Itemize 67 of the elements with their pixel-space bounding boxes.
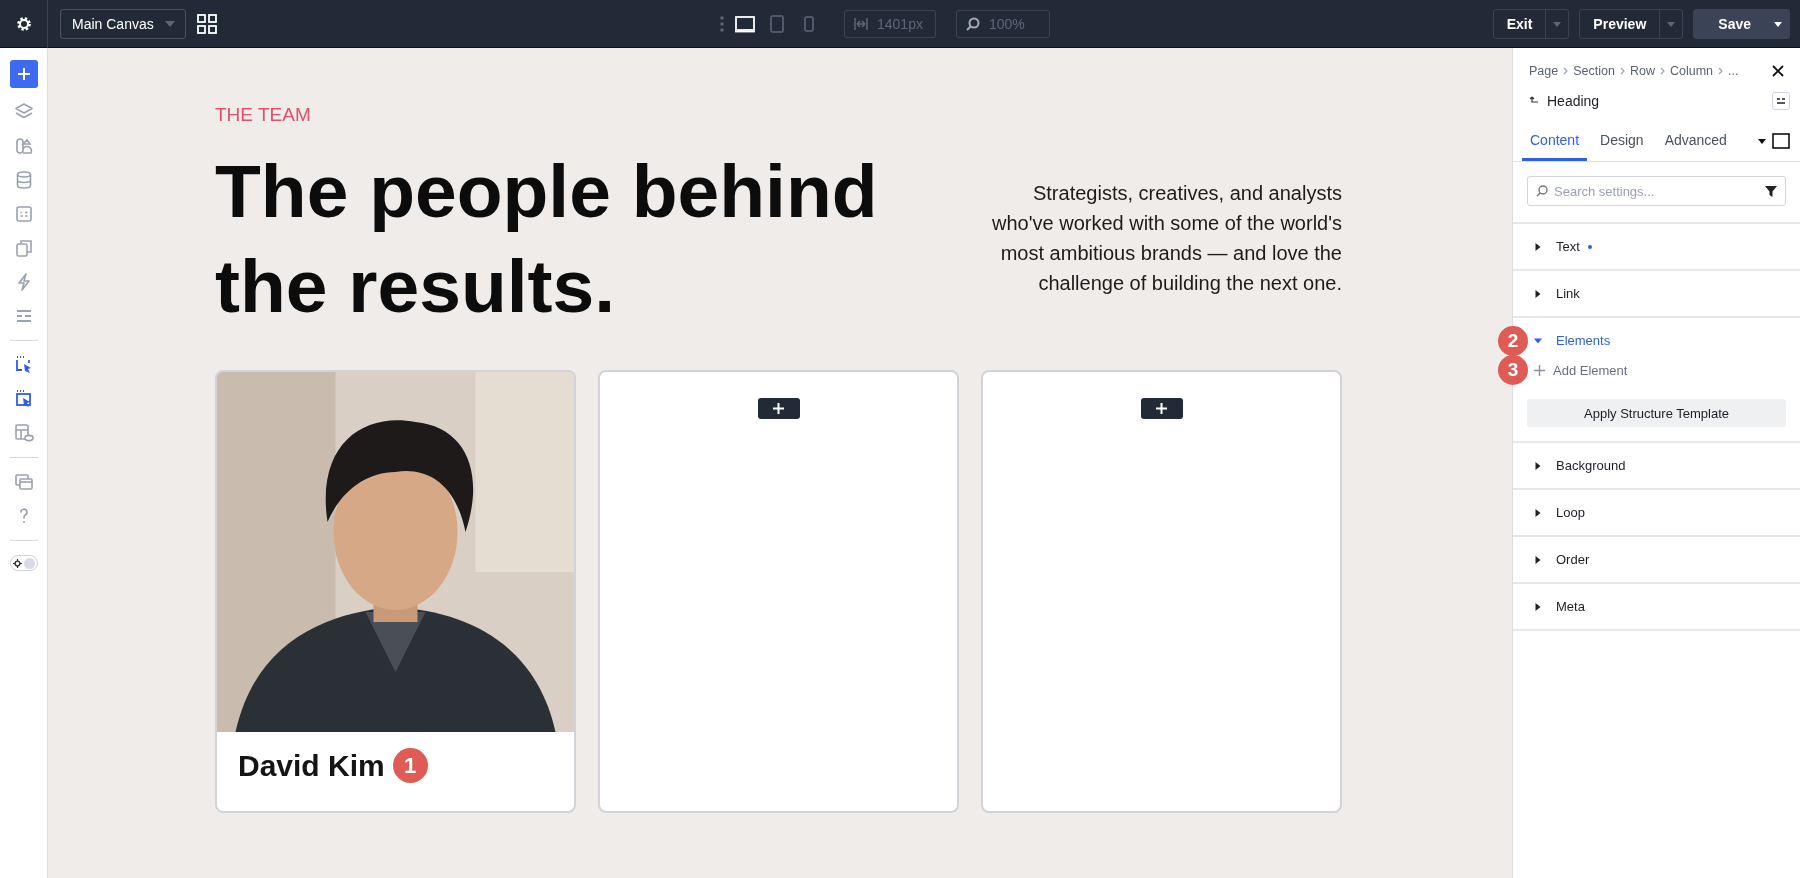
add-button[interactable] [757, 398, 800, 419]
toggle-knob [23, 557, 35, 569]
breadcrumb-link[interactable]: Section [1573, 64, 1615, 78]
step-marker: 1 [392, 748, 428, 783]
collapsed-caret-icon [1534, 555, 1542, 564]
back-icon[interactable] [1529, 96, 1539, 106]
step-marker: 2 [1498, 326, 1528, 356]
member-name: David Kim [238, 748, 385, 783]
step-marker: 3 [1498, 355, 1528, 385]
section-header[interactable]: Loop [1530, 490, 1589, 535]
sun-icon [12, 558, 22, 568]
section-header[interactable]: Background [1530, 443, 1630, 488]
breadcrumb-link[interactable]: Row [1629, 64, 1655, 78]
expanded-caret-icon [1534, 336, 1542, 345]
plus-icon [1156, 403, 1167, 414]
close-icon[interactable] [1772, 65, 1784, 77]
breadcrumb-link[interactable]: Page [1529, 64, 1559, 78]
chevron-icon [1659, 67, 1665, 75]
theme-toggle[interactable] [9, 555, 38, 571]
windows-icon[interactable] [13, 472, 34, 492]
eyebrow-text: THE TEAM [215, 104, 312, 126]
section-header[interactable]: Order [1530, 537, 1594, 582]
chevron-icon [1563, 67, 1569, 75]
settings-icon[interactable] [14, 15, 33, 33]
more-icon[interactable] [720, 16, 724, 32]
intro-text: Strategists, creatives, and analysts who've worked with some of the world's most ambitious brands — and love the challenge of building the next one. [992, 181, 1342, 296]
width-icon [854, 18, 868, 30]
panel-tab[interactable]: Design [1592, 124, 1652, 161]
collapsed-caret-icon [1534, 289, 1542, 298]
panel-tab[interactable]: Content [1522, 124, 1588, 161]
form-icon[interactable] [13, 204, 34, 224]
filter-icon[interactable] [1765, 185, 1777, 197]
plus-icon [17, 68, 30, 80]
collapsed-caret-icon [1534, 508, 1542, 517]
section-header[interactable]: Text [1530, 224, 1596, 269]
grid-icon[interactable] [197, 14, 217, 34]
shapes-icon[interactable] [13, 136, 34, 156]
search-field[interactable]: Search settings... [1527, 176, 1786, 206]
chevron-icon [1718, 67, 1723, 75]
desktop-view-icon[interactable] [734, 13, 756, 35]
square-icon[interactable] [1772, 133, 1790, 149]
canvas-select[interactable]: Main Canvas [60, 9, 186, 39]
select-box-icon[interactable] [13, 389, 34, 409]
add-button[interactable] [1140, 398, 1183, 419]
element-title: Heading [1547, 93, 1600, 109]
apply-template-button[interactable]: Apply Structure Template [1527, 399, 1786, 427]
search-icon [966, 17, 980, 31]
page-heading: The people behind the results. [215, 148, 879, 330]
caret-icon[interactable] [1774, 21, 1782, 27]
search-icon [1536, 185, 1548, 197]
options-icon [1776, 97, 1786, 105]
breadcrumb-link[interactable]: ... [1728, 64, 1739, 78]
pages-icon[interactable] [13, 238, 34, 258]
plus-icon [773, 403, 784, 414]
breadcrumb-link[interactable]: Column [1669, 64, 1713, 78]
panel-tab[interactable]: Advanced [1656, 124, 1735, 161]
layout-eye-icon[interactable] [13, 423, 34, 443]
options-button[interactable] [1772, 92, 1790, 110]
caret-icon[interactable] [1758, 138, 1766, 144]
section-header[interactable]: Link [1530, 271, 1584, 316]
section-header[interactable]: Meta [1530, 584, 1589, 629]
collapsed-caret-icon [1534, 461, 1542, 470]
collapsed-caret-icon [1534, 242, 1542, 251]
caret-icon [165, 21, 175, 27]
collapsed-caret-icon [1534, 602, 1542, 611]
plus-icon [1534, 364, 1545, 376]
chevron-icon [1619, 67, 1625, 75]
